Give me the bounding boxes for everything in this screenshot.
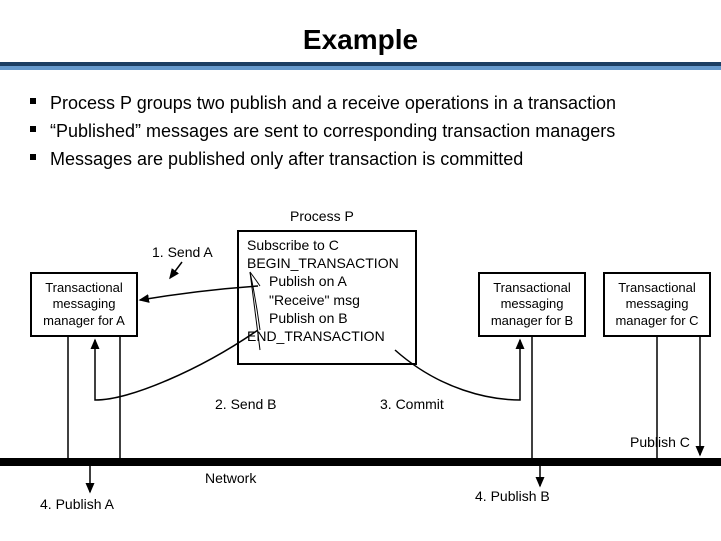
title-rule-light <box>0 66 721 70</box>
procP-publish-a: Publish on A <box>269 272 407 290</box>
procP-subscribe: Subscribe to C <box>247 236 407 254</box>
bullet-list: Process P groups two publish and a recei… <box>30 90 690 174</box>
label-send-b: 2. Send B <box>215 396 277 412</box>
diagram: Subscribe to C BEGIN_TRANSACTION Publish… <box>0 200 721 530</box>
box-manager-c: Transactional messaging manager for C <box>603 272 711 337</box>
label-process-p: Process P <box>290 208 354 224</box>
procP-publish-b: Publish on B <box>269 309 407 327</box>
label-publish-c: Publish C <box>630 434 690 450</box>
bullet-item: Messages are published only after transa… <box>30 146 690 172</box>
box-process-p: Subscribe to C BEGIN_TRANSACTION Publish… <box>237 230 417 365</box>
slide-title: Example <box>0 24 721 56</box>
network-bar <box>0 458 721 466</box>
label-send-a: 1. Send A <box>152 244 213 260</box>
bullet-item: Process P groups two publish and a recei… <box>30 90 690 116</box>
label-publish-a: 4. Publish A <box>40 496 114 512</box>
bullet-marker-icon <box>30 126 36 132</box>
bullet-text: Messages are published only after transa… <box>50 146 690 172</box>
slide: Example Process P groups two publish and… <box>0 0 721 541</box>
bullet-marker-icon <box>30 98 36 104</box>
box-manager-b: Transactional messaging manager for B <box>478 272 586 337</box>
procP-begin: BEGIN_TRANSACTION <box>247 254 407 272</box>
box-manager-a: Transactional messaging manager for A <box>30 272 138 337</box>
label-commit: 3. Commit <box>380 396 444 412</box>
procP-end: END_TRANSACTION <box>247 327 407 345</box>
bullet-text: Process P groups two publish and a recei… <box>50 90 690 116</box>
procP-receive: "Receive" msg <box>269 291 407 309</box>
bullet-item: “Published” messages are sent to corresp… <box>30 118 690 144</box>
label-publish-b: 4. Publish B <box>475 488 550 504</box>
label-network: Network <box>205 470 256 486</box>
bullet-marker-icon <box>30 154 36 160</box>
bullet-text: “Published” messages are sent to corresp… <box>50 118 690 144</box>
